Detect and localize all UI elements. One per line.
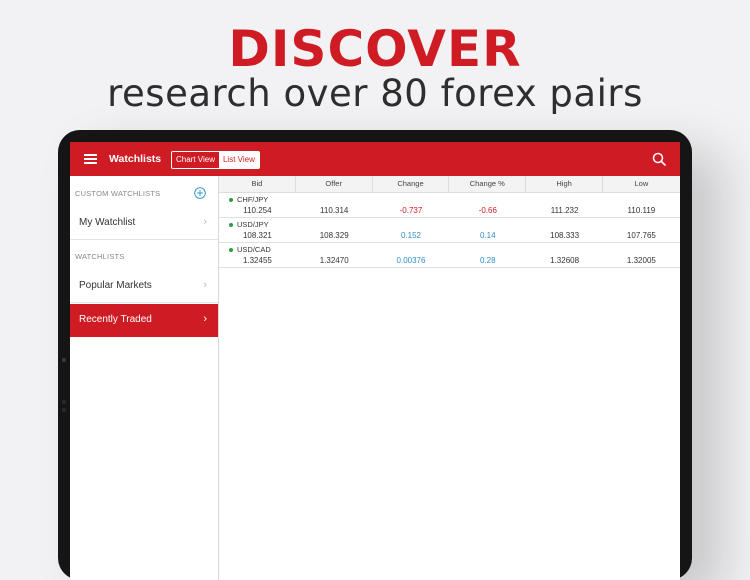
low-cell: 107.765: [626, 231, 656, 240]
hamburger-icon[interactable]: [84, 154, 97, 164]
sidebar-item-label: My Watchlist: [79, 217, 136, 228]
column-header-low[interactable]: Low: [603, 176, 680, 192]
change-pct-cell: -0.66: [478, 206, 497, 215]
offer-cell: 108.329: [319, 231, 349, 240]
high-cell: 108.333: [550, 231, 580, 240]
sidebar: CUSTOM WATCHLISTS My Watchlist › WATCHLI…: [70, 176, 219, 580]
pair-name: USD/CAD: [237, 245, 271, 254]
camera-dot: [62, 358, 66, 362]
page-title: Watchlists: [109, 153, 162, 165]
sidebar-item-popular-markets[interactable]: Popular Markets ›: [70, 270, 218, 303]
offer-cell: 110.314: [320, 206, 349, 215]
column-header-high[interactable]: High: [526, 176, 603, 192]
status-dot: [229, 248, 233, 252]
chevron-right-icon: ›: [203, 313, 207, 325]
sensor-dot: [62, 400, 66, 404]
sidebar-item-recently-traded[interactable]: Recently Traded ›: [70, 304, 218, 337]
sidebar-item-my-watchlist[interactable]: My Watchlist ›: [70, 207, 218, 240]
quotes-table: Bid Offer Change Change % High Low CHF/J…: [219, 176, 680, 268]
app-screen: Watchlists Chart View List View CUSTOM W…: [70, 142, 680, 580]
column-header-change[interactable]: Change: [373, 176, 450, 192]
status-dot: [229, 223, 233, 227]
chevron-right-icon: ›: [203, 216, 207, 228]
column-header-bid[interactable]: Bid: [219, 176, 296, 192]
app-header: Watchlists Chart View List View: [70, 142, 680, 176]
table-row[interactable]: USD/JPY 108.321 108.329 0.152 0.14 108.3…: [219, 218, 680, 243]
promo-headline: DISCOVER: [228, 20, 522, 78]
column-header-offer[interactable]: Offer: [296, 176, 373, 192]
high-cell: 1.32608: [550, 256, 580, 265]
chevron-right-icon: ›: [203, 279, 207, 291]
status-dot: [229, 198, 233, 202]
high-cell: 111.232: [550, 206, 579, 215]
change-cell: -0.737: [399, 206, 423, 215]
change-pct-cell: 0.28: [480, 256, 496, 265]
sidebar-item-label: Recently Traded: [79, 314, 152, 325]
watchlists-heading: WATCHLISTS: [75, 252, 125, 261]
tablet-frame: Watchlists Chart View List View CUSTOM W…: [58, 130, 692, 580]
change-pct-cell: 0.14: [480, 231, 496, 240]
table-row[interactable]: CHF/JPY 110.254 110.314 -0.737 -0.66 111…: [219, 193, 680, 218]
sidebar-item-label: Popular Markets: [79, 280, 152, 291]
search-icon[interactable]: [652, 152, 666, 166]
table-header: Bid Offer Change Change % High Low: [219, 176, 680, 193]
low-cell: 1.32005: [626, 256, 656, 265]
view-toggle: Chart View List View: [171, 151, 260, 169]
pair-name: USD/JPY: [237, 220, 269, 229]
change-cell: 0.152: [400, 231, 421, 240]
pair-name: CHF/JPY: [237, 195, 269, 204]
add-watchlist-icon[interactable]: [194, 187, 206, 199]
low-cell: 110.119: [627, 206, 656, 215]
change-cell: 0.00376: [396, 256, 426, 265]
column-header-change-pct[interactable]: Change %: [449, 176, 527, 192]
list-view-tab[interactable]: List View: [218, 152, 259, 168]
table-row[interactable]: USD/CAD 1.32455 1.32470 0.00376 0.28 1.3…: [219, 243, 680, 268]
sensor-dot: [62, 408, 66, 412]
custom-watchlists-heading: CUSTOM WATCHLISTS: [75, 189, 161, 198]
promo-subline: research over 80 forex pairs: [107, 72, 643, 115]
offer-cell: 1.32470: [319, 256, 349, 265]
chart-view-tab[interactable]: Chart View: [172, 152, 219, 168]
